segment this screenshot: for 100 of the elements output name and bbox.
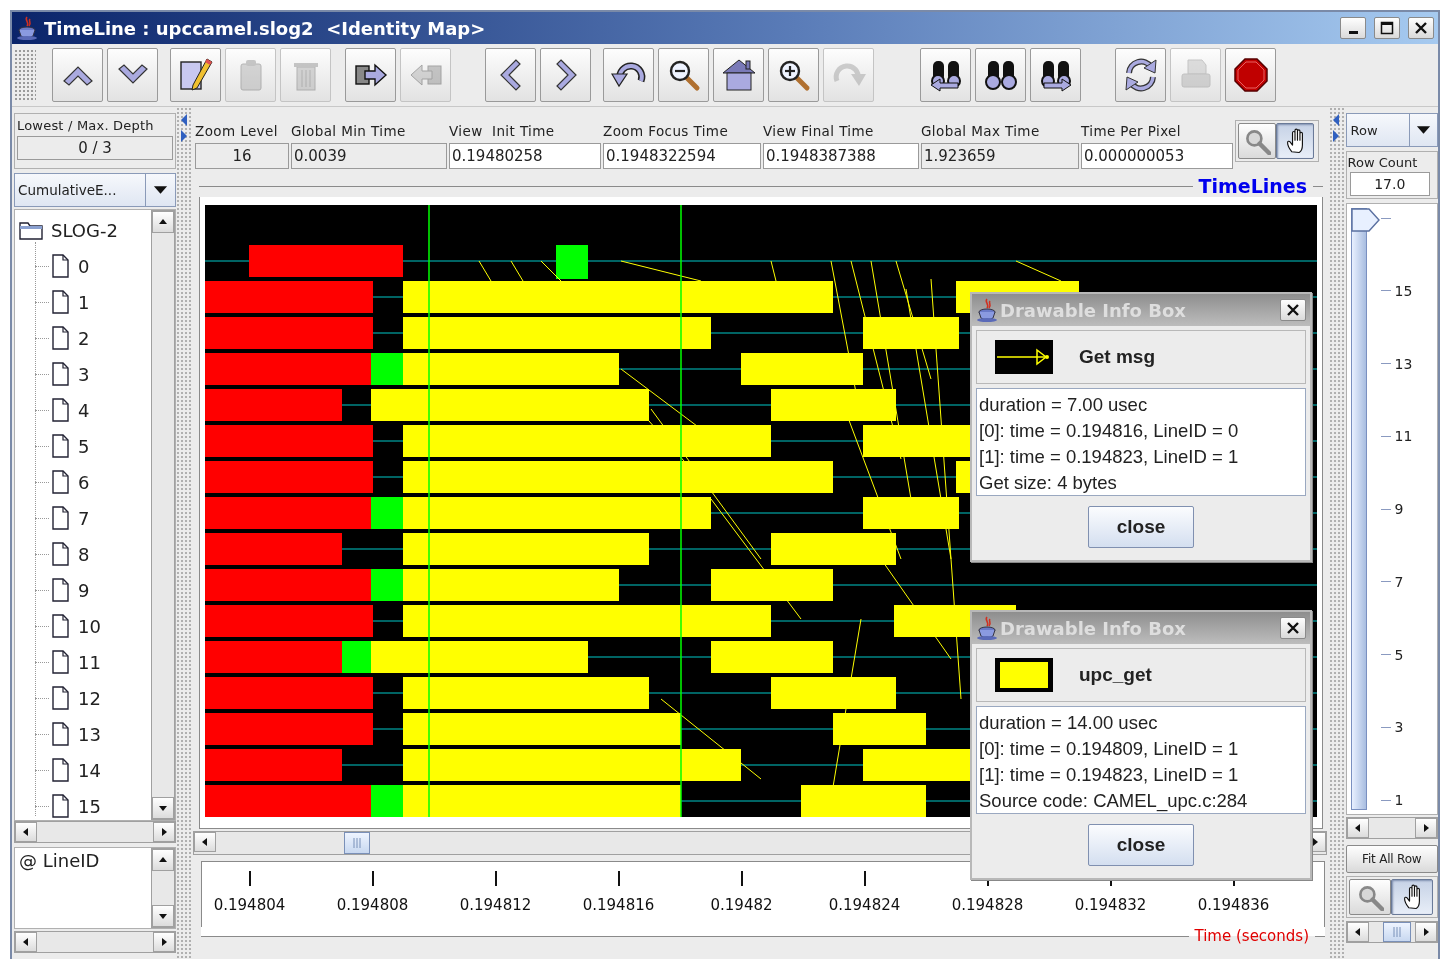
maximize-button[interactable]	[1374, 17, 1400, 39]
toolbar-button[interactable]	[52, 48, 103, 102]
tick-label: 0.194816	[582, 896, 655, 914]
tree-item[interactable]: 7	[15, 500, 152, 536]
scroll-right-button[interactable]	[1415, 818, 1437, 838]
tick-label: 0.19482	[710, 896, 773, 914]
scroll-up-button[interactable]	[152, 211, 175, 233]
pan-mode-button[interactable]	[1276, 123, 1314, 159]
triangle-left-icon	[21, 827, 31, 837]
dialog-title: Drawable Info Box	[1000, 617, 1187, 639]
field-label: Global Max Time	[921, 123, 1041, 139]
toolbar-button[interactable]	[603, 48, 654, 102]
tree-item[interactable]: 13	[15, 716, 152, 752]
scrollbar-thumb[interactable]	[1382, 922, 1411, 942]
tree-item[interactable]: 9	[15, 572, 152, 608]
axis-title: Time (seconds)	[1193, 927, 1310, 945]
collapse-left-icon	[1331, 113, 1342, 127]
toolbar-button[interactable]	[768, 48, 819, 102]
scroll-left-button[interactable]	[1346, 922, 1369, 942]
value-field[interactable]: 0.19480258	[449, 143, 601, 169]
tree-item[interactable]: 10	[15, 608, 152, 644]
tree-item[interactable]: 15	[15, 788, 152, 824]
tree-item[interactable]: 2	[15, 320, 152, 356]
field-label: View Final Time	[763, 123, 875, 139]
value-field: 0.0039	[291, 143, 447, 169]
row-dropdown[interactable]: Row	[1345, 113, 1438, 147]
tree-item[interactable]: 4	[15, 392, 152, 428]
scrollbar[interactable]	[151, 848, 176, 928]
scroll-left-button[interactable]	[1346, 818, 1369, 838]
tick-mark	[1380, 799, 1391, 801]
page-icon	[51, 650, 70, 674]
info-line: Get size: 4 bytes	[979, 471, 1118, 495]
view-dropdown[interactable]: CumulativeE...	[14, 173, 177, 207]
fit-all-rows-button[interactable]: Fit All Row	[1345, 845, 1438, 873]
toolbar-button[interactable]	[1030, 48, 1081, 102]
close-button[interactable]	[1280, 299, 1306, 321]
slider-track[interactable]	[1350, 208, 1381, 810]
toolbar-button[interactable]	[920, 48, 971, 102]
scrollbar[interactable]	[1345, 817, 1438, 839]
scrollbar[interactable]	[151, 210, 176, 820]
value-field[interactable]: 0.000000053	[1081, 143, 1233, 169]
scroll-right-button[interactable]	[153, 932, 176, 952]
pan-mode-button[interactable]	[1390, 879, 1433, 915]
toolbar-button[interactable]	[658, 48, 709, 102]
list-item[interactable]: @ LineID	[19, 850, 148, 871]
close-button[interactable]	[1280, 617, 1306, 639]
tick-label: 0.194808	[336, 896, 409, 914]
scroll-right-button[interactable]	[1415, 922, 1437, 942]
toolbar-button[interactable]	[170, 48, 221, 102]
field-label: View Init Time	[449, 123, 556, 139]
toolbar-button[interactable]	[975, 48, 1026, 102]
close-button[interactable]: close	[1088, 824, 1194, 866]
close-icon	[1286, 621, 1300, 635]
toolbar-button[interactable]	[1115, 48, 1166, 102]
toolbar-button[interactable]	[485, 48, 536, 102]
value-field[interactable]: 0.1948387388	[763, 143, 919, 169]
scrollbar[interactable]	[14, 931, 177, 953]
toolbar-button[interactable]	[713, 48, 764, 102]
row-count-field[interactable]: 17.0	[1349, 172, 1430, 196]
scroll-down-button[interactable]	[152, 797, 175, 819]
minimize-button[interactable]	[1340, 17, 1366, 39]
coffee-cup-icon	[976, 298, 998, 322]
scroll-up-button[interactable]	[152, 849, 175, 871]
tree-item[interactable]: 14	[15, 752, 152, 788]
scroll-left-button[interactable]	[194, 832, 216, 852]
scrollbar-thumb[interactable]	[344, 832, 370, 854]
depth-field: 0 / 3	[17, 136, 174, 160]
field-label: Global Min Time	[291, 123, 407, 139]
scroll-down-button[interactable]	[152, 905, 175, 927]
field-label: Lowest / Max. Depth	[17, 118, 155, 133]
tick-label: 3	[1394, 719, 1404, 736]
tree-item[interactable]: 11	[15, 644, 152, 680]
page-icon	[51, 398, 70, 422]
toolbar-grip	[14, 49, 36, 101]
close-button[interactable]	[1408, 17, 1434, 39]
tree-item[interactable]: 3	[15, 356, 152, 392]
tick-label: 9	[1394, 501, 1404, 517]
tree-item[interactable]: 8	[15, 536, 152, 572]
toolbar-button[interactable]	[107, 48, 158, 102]
toolbar-button[interactable]	[345, 48, 396, 102]
page-icon	[51, 578, 70, 602]
scroll-left-button[interactable]	[15, 822, 37, 842]
scroll-right-button[interactable]	[153, 822, 176, 842]
tree-item[interactable]: SLOG-2	[15, 212, 152, 248]
tick-label: 15	[1394, 282, 1413, 299]
page-icon	[51, 362, 70, 386]
scrollbar[interactable]	[14, 821, 177, 843]
scrollbar[interactable]	[1345, 921, 1438, 943]
tree-item[interactable]: 6	[15, 464, 152, 500]
tree-item[interactable]: 1	[15, 284, 152, 320]
toolbar-button[interactable]	[1225, 48, 1276, 102]
scroll-left-button[interactable]	[15, 932, 37, 952]
tree-item[interactable]: 12	[15, 680, 152, 716]
tree-item[interactable]: 5	[15, 428, 152, 464]
tree-item[interactable]: 0	[15, 248, 152, 284]
value-field[interactable]: 0.1948322594	[603, 143, 761, 169]
toolbar-button[interactable]	[540, 48, 591, 102]
slider-thumb-icon[interactable]	[1350, 208, 1381, 232]
drawable-name: upc_get	[1079, 664, 1152, 686]
close-button[interactable]: close	[1088, 506, 1194, 548]
